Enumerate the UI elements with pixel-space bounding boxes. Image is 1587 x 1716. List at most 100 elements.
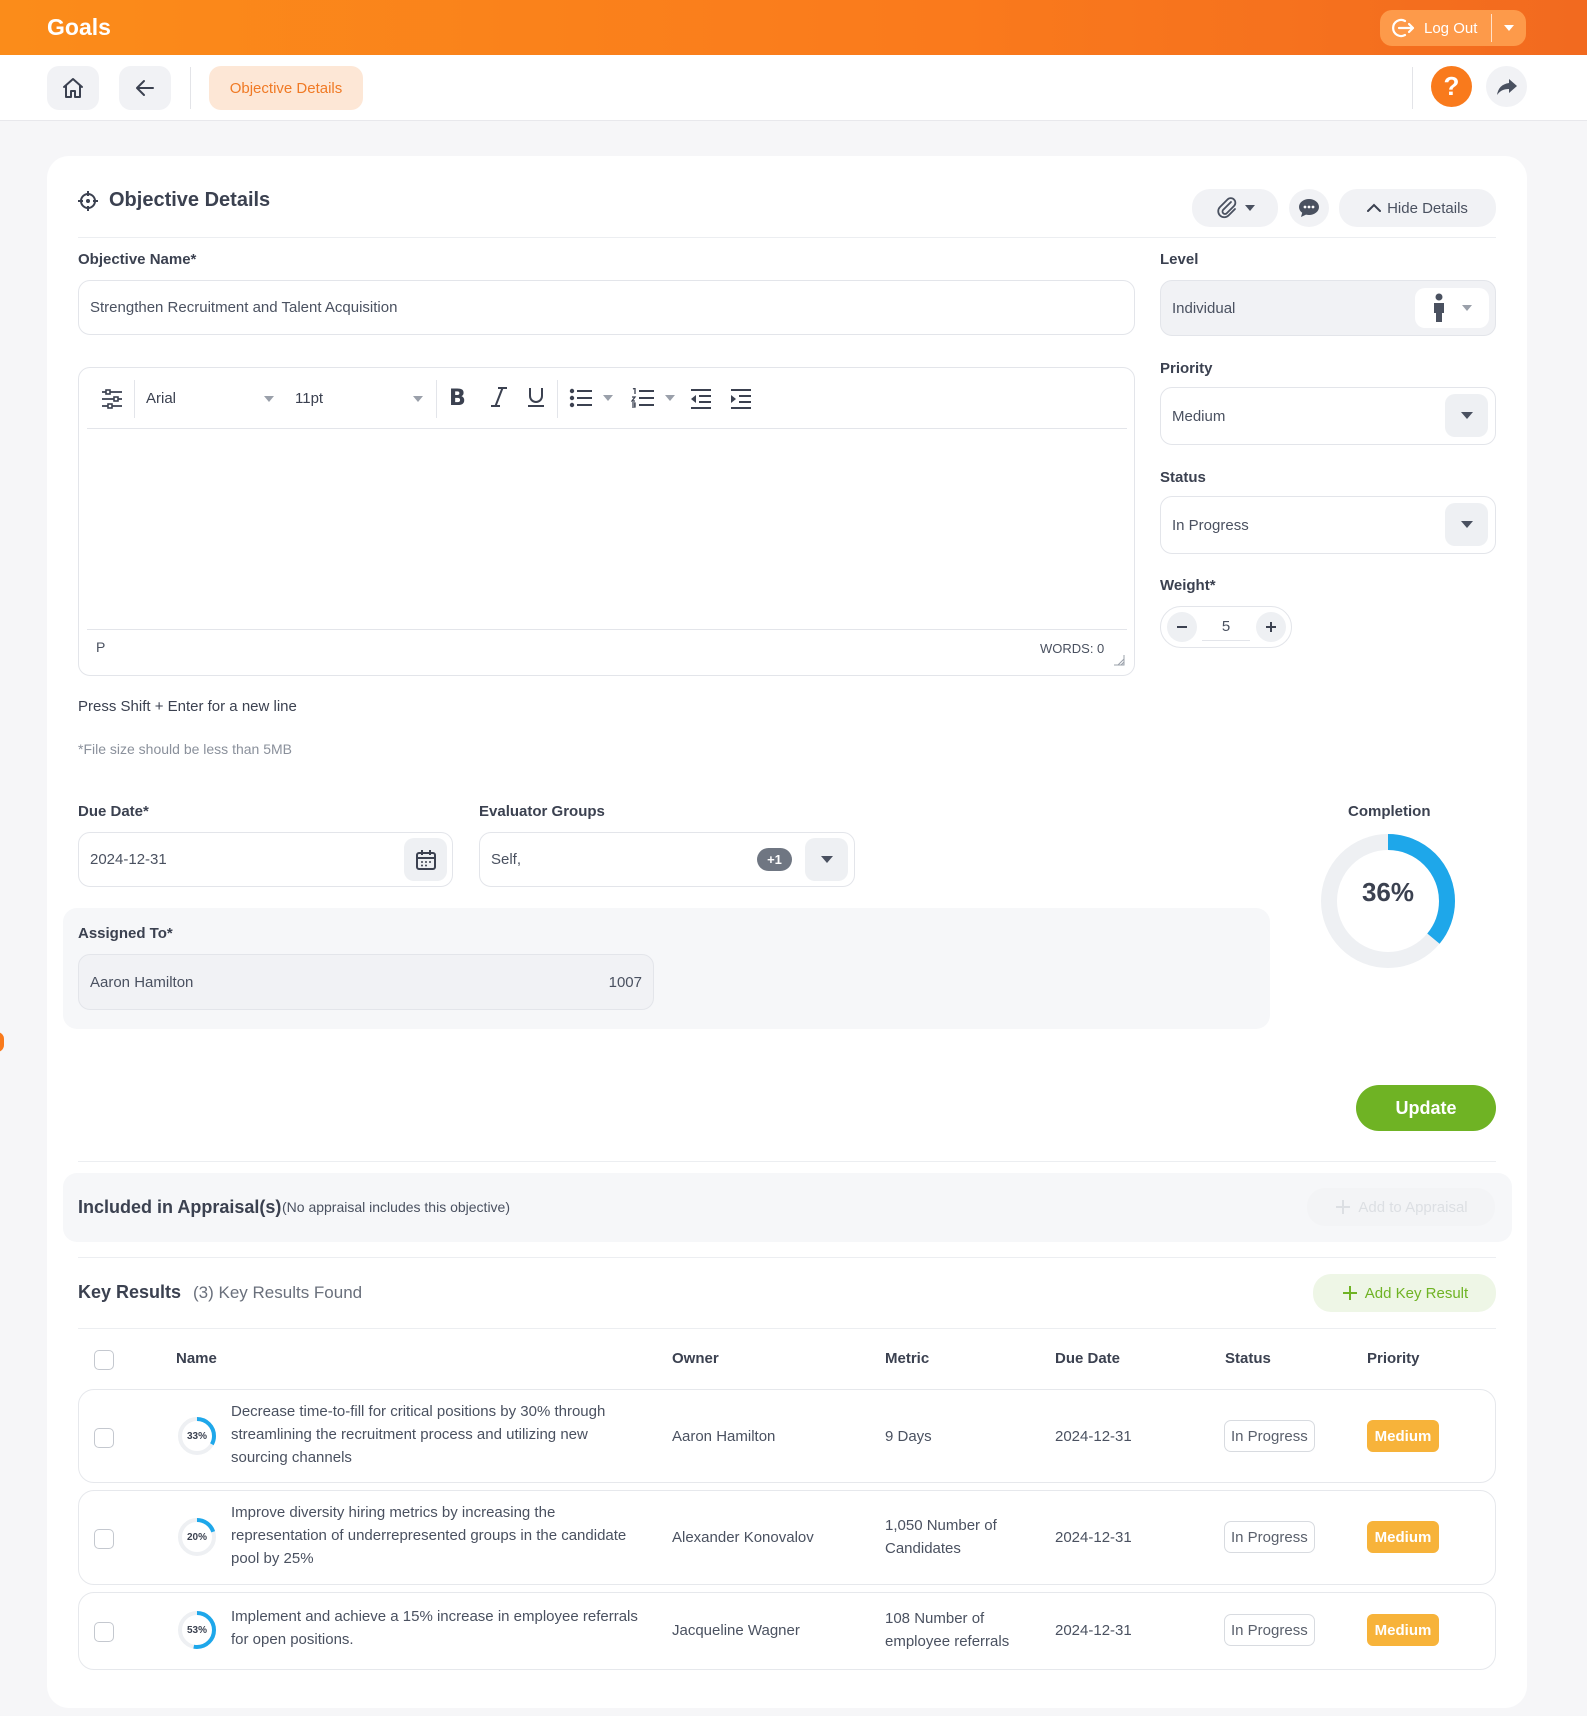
attachment-button[interactable] — [1192, 189, 1278, 227]
caret-down-icon — [264, 395, 274, 402]
toolbar-separator — [557, 380, 558, 418]
toolbar-separator — [134, 380, 135, 418]
evaluator-dropdown-button[interactable] — [805, 838, 848, 881]
logout-icon — [1392, 18, 1415, 38]
assigned-to-id: 1007 — [608, 973, 642, 991]
column-header-due-date[interactable]: Due Date — [1055, 1350, 1120, 1367]
resize-handle-icon[interactable] — [1113, 654, 1125, 666]
comments-button[interactable] — [1289, 189, 1329, 227]
bold-button[interactable]: B — [449, 386, 466, 411]
column-header-metric[interactable]: Metric — [885, 1350, 929, 1367]
weight-input[interactable]: 5 — [1202, 615, 1250, 641]
italic-icon — [491, 387, 507, 407]
row-owner: Aaron Hamilton — [672, 1428, 776, 1445]
nav-separator — [190, 67, 191, 109]
bullet-list-button[interactable] — [569, 388, 613, 408]
row-name[interactable]: Implement and achieve a 15% increase in … — [231, 1605, 651, 1651]
row-priority-badge: Medium — [1367, 1521, 1439, 1553]
row-due-date: 2024-12-31 — [1055, 1622, 1132, 1639]
column-header-priority[interactable]: Priority — [1367, 1350, 1420, 1367]
row-progress-text: 33% — [186, 1430, 207, 1442]
evaluator-groups-select[interactable]: Self, — [479, 832, 855, 887]
plus-icon — [1336, 1200, 1351, 1214]
side-drawer-handle[interactable] — [0, 1032, 4, 1052]
appraisal-title: Included in Appraisal(s) — [78, 1197, 282, 1217]
italic-button[interactable] — [490, 386, 508, 408]
calendar-button[interactable] — [404, 838, 447, 881]
nav-bar: Objective Details ? — [0, 55, 1587, 121]
caret-down-icon — [603, 395, 613, 401]
home-button[interactable] — [47, 66, 99, 110]
back-button[interactable] — [119, 66, 171, 110]
add-to-appraisal-button[interactable]: Add to Appraisal — [1307, 1188, 1495, 1226]
font-family-select[interactable]: Arial — [146, 390, 274, 407]
editor-settings-button[interactable] — [100, 388, 124, 410]
numbered-list-button[interactable] — [631, 388, 675, 408]
editor-content-area[interactable] — [87, 432, 1127, 627]
row-progress-ring: 33% — [176, 1415, 218, 1457]
paperclip-icon — [1217, 197, 1237, 219]
hide-details-label: Hide Details — [1387, 199, 1468, 217]
priority-dropdown-button[interactable] — [1445, 394, 1488, 437]
person-icon — [1434, 293, 1444, 322]
top-bar: Goals Log Out — [0, 0, 1587, 55]
row-owner: Alexander Konovalov — [672, 1529, 814, 1546]
due-date-input[interactable]: 2024-12-31 — [78, 832, 453, 887]
weight-decrement-button[interactable] — [1167, 612, 1197, 642]
share-button[interactable] — [1486, 66, 1527, 107]
arrow-left-icon — [136, 80, 154, 96]
level-icon-button[interactable] — [1415, 288, 1489, 328]
completion-percent: 36% — [1361, 877, 1415, 907]
row-status-badge: In Progress — [1224, 1521, 1315, 1553]
row-status-badge: In Progress — [1224, 1614, 1315, 1646]
select-all-checkbox[interactable] — [94, 1350, 114, 1370]
update-button[interactable]: Update — [1356, 1085, 1496, 1131]
chevron-up-icon — [1367, 203, 1382, 212]
outdent-button[interactable] — [690, 389, 712, 409]
objective-name-label: Objective Name* — [78, 251, 197, 268]
row-progress-ring: 53% — [176, 1609, 218, 1651]
caret-down-icon — [1460, 521, 1473, 528]
row-owner: Jacqueline Wagner — [672, 1622, 800, 1639]
section-divider — [78, 1257, 1496, 1258]
level-label: Level — [1160, 251, 1199, 268]
app-title: Goals — [47, 14, 111, 40]
row-checkbox[interactable] — [94, 1428, 114, 1448]
share-arrow-icon — [1496, 78, 1517, 95]
row-priority-badge: Medium — [1367, 1420, 1439, 1452]
hide-details-button[interactable]: Hide Details — [1339, 189, 1496, 227]
home-icon — [63, 78, 83, 98]
row-metric: 1,050 Number of Candidates — [885, 1517, 997, 1557]
status-dropdown-button[interactable] — [1445, 503, 1488, 546]
help-button[interactable]: ? — [1431, 66, 1472, 107]
add-key-result-button[interactable]: Add Key Result — [1313, 1274, 1496, 1312]
row-checkbox[interactable] — [94, 1529, 114, 1549]
indent-icon — [731, 389, 751, 409]
row-name[interactable]: Improve diversity hiring metrics by incr… — [231, 1501, 641, 1570]
column-header-name[interactable]: Name — [176, 1350, 217, 1367]
column-header-owner[interactable]: Owner — [672, 1350, 719, 1367]
logout-label: Log Out — [1424, 19, 1478, 37]
editor-footer-divider — [87, 629, 1127, 630]
caret-down-icon — [1462, 305, 1472, 311]
status-value: In Progress — [1172, 516, 1249, 534]
row-status-badge: In Progress — [1224, 1420, 1315, 1452]
calendar-icon — [415, 849, 436, 870]
column-header-status[interactable]: Status — [1225, 1350, 1271, 1367]
font-size-select[interactable]: 11pt — [295, 390, 423, 407]
priority-label: Priority — [1160, 360, 1213, 377]
logout-dropdown-toggle[interactable] — [1492, 24, 1526, 32]
row-progress-text: 20% — [186, 1531, 207, 1543]
indent-button[interactable] — [730, 389, 752, 409]
file-size-hint: *File size should be less than 5MB — [78, 741, 292, 757]
weight-increment-button[interactable] — [1256, 612, 1286, 642]
objective-name-input[interactable]: Strengthen Recruitment and Talent Acquis… — [78, 280, 1135, 335]
caret-down-icon — [820, 856, 833, 863]
row-name[interactable]: Decrease time-to-fill for critical posit… — [231, 1400, 641, 1469]
chat-bubble-icon — [1299, 199, 1319, 217]
underline-button[interactable] — [527, 386, 545, 408]
logout-button[interactable]: Log Out — [1380, 10, 1491, 46]
breadcrumb-objective-details[interactable]: Objective Details — [209, 66, 363, 110]
row-checkbox[interactable] — [94, 1622, 114, 1642]
assigned-to-field[interactable]: Aaron Hamilton 1007 — [78, 954, 654, 1010]
